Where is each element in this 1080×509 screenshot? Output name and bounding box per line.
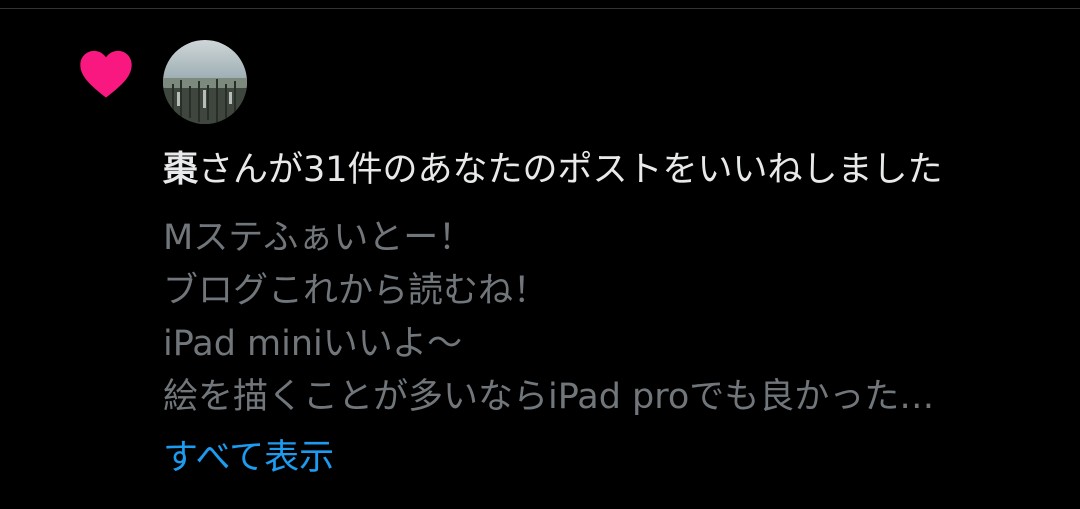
post-line-2: ブログこれから読むね！ [163,271,549,311]
user-name[interactable]: 棗 [163,150,198,190]
like-notification[interactable]: 棗さんが31件のあなたのポストをいいねしました Mステふぁいとー！ ブログこれか… [0,9,1080,509]
post-line-3: iPad miniいいよ〜 [163,324,463,364]
post-line-1: Mステふぁいとー！ [163,218,474,258]
user-avatar[interactable] [163,40,247,124]
top-divider [0,0,1080,9]
notification-headline: 棗さんが31件のあなたのポストをいいねしました [163,145,943,195]
action-text: さんが31件のあなたのポストをいいねしました [198,150,943,190]
post-preview[interactable]: Mステふぁいとー！ ブログこれから読むね！ iPad miniいいよ〜 絵を描く… [163,212,1063,424]
heart-icon [78,47,134,101]
show-more-link[interactable]: すべて表示 [163,433,334,483]
post-line-4: 絵を描くことが多いならiPad proでも良かった… [163,377,935,417]
